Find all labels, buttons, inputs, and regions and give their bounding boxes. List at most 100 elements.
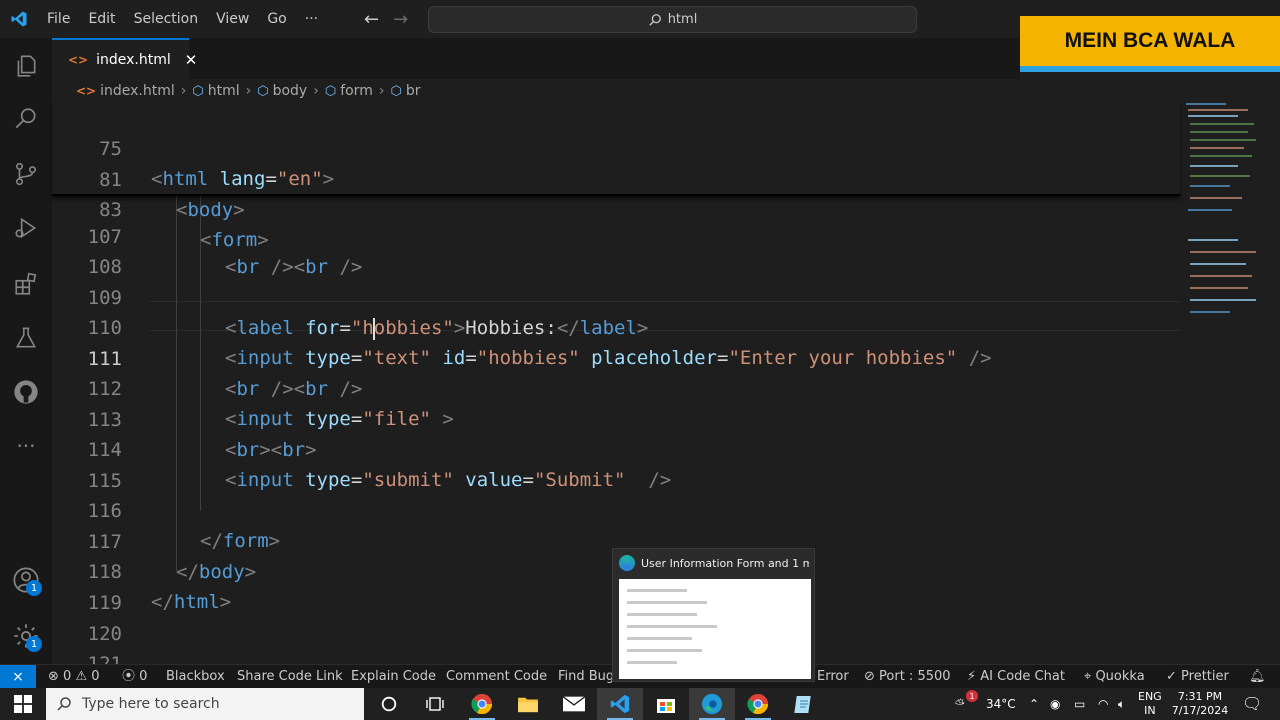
menu-view[interactable]: View [207, 0, 258, 38]
weather-badge: 1 [966, 690, 978, 702]
task-view-icon[interactable] [412, 688, 458, 720]
minimap[interactable] [1180, 79, 1280, 664]
clock[interactable]: 7:31 PM 7/17/2024 [1170, 690, 1230, 718]
menu-go[interactable]: Go [258, 0, 295, 38]
volume-icon[interactable]: 🔈︎ [1118, 688, 1125, 720]
edge-icon[interactable] [689, 688, 735, 720]
windows-start-icon[interactable] [0, 688, 46, 720]
status-error[interactable]: Error [817, 665, 849, 688]
menu-selection[interactable]: Selection [125, 0, 208, 38]
back-arrow-icon[interactable]: ← [364, 9, 379, 30]
code-line-114[interactable]: 114 <input type="submit" value="Submit" … [52, 405, 1180, 491]
breadcrumb-html[interactable]: ⬡ html [192, 83, 239, 99]
chrome-icon[interactable] [459, 688, 505, 720]
forward-arrow-icon[interactable]: → [393, 9, 408, 30]
display-icon[interactable]: ▭ [1074, 688, 1085, 720]
wifi-icon[interactable]: ◠ [1098, 688, 1108, 720]
element-cube-icon: ⬡ [257, 83, 269, 99]
breadcrumb-body-label: body [272, 83, 308, 99]
source-control-icon[interactable] [0, 150, 52, 198]
store-icon[interactable] [643, 688, 689, 720]
vscode-logo-icon [0, 0, 38, 38]
account-icon[interactable]: 1 [0, 556, 52, 604]
minimap-line [1190, 263, 1246, 265]
breadcrumb-file-label: index.html [100, 83, 175, 99]
command-center-search[interactable]: html [428, 6, 917, 33]
code-line-109[interactable]: 109 <label for="hobbies">Hobbies:</label… [52, 253, 1180, 339]
status-quokka[interactable]: ⌖ Quokka [1084, 665, 1145, 688]
chrome-tray-icon[interactable]: ◉ [1050, 688, 1060, 720]
thumb-line [627, 649, 702, 652]
edge-icon [619, 555, 635, 571]
cortana-icon[interactable] [366, 688, 412, 720]
code-line-115[interactable]: 115 [52, 436, 1180, 492]
manage-gear-icon[interactable]: 1 [0, 612, 52, 660]
status-share-code-link[interactable]: Share Code Link [237, 665, 343, 688]
tab-index-html[interactable]: <> index.html ✕ [52, 38, 197, 79]
search-text: html [667, 12, 698, 27]
breadcrumb: <> index.html › ⬡ html › ⬡ body › ⬡ form › ⬡… [52, 79, 1180, 103]
sticky-line[interactable]: 81 <body> [52, 135, 1180, 221]
minimap-line [1190, 185, 1230, 187]
ports-indicator[interactable]: ⦿ 0 [122, 665, 147, 688]
text-cursor [373, 318, 375, 340]
search-activity-icon[interactable] [0, 95, 52, 143]
breadcrumb-form-label: form [340, 83, 373, 99]
code-line-116[interactable]: 116 </form> [52, 466, 1180, 552]
taskbar-search-box[interactable]: Type here to search [46, 688, 364, 720]
html-file-icon: <> [68, 52, 89, 67]
minimap-line [1190, 155, 1252, 157]
action-center-icon[interactable]: 🗨︎ [1242, 688, 1262, 720]
problems-indicator[interactable]: ⊗ 0 ⚠ 0 [48, 665, 100, 688]
vscode-taskbar-icon[interactable] [597, 688, 643, 720]
search-icon [57, 697, 71, 711]
minimap-line [1188, 209, 1232, 211]
sticky-line[interactable]: 75 <html lang="en"> [52, 104, 1180, 190]
tab-bar: <> index.html ✕ [52, 38, 1020, 79]
notifications-bell-icon[interactable]: 🔔︎ [1249, 665, 1266, 688]
chrome-secondary-icon[interactable] [735, 688, 781, 720]
remote-indicator-icon[interactable]: ⨯ [0, 665, 36, 689]
minimap-line [1188, 115, 1238, 117]
weather-icon[interactable]: ⛅︎ [955, 688, 965, 720]
status-comment-code[interactable]: Comment Code [446, 665, 547, 688]
thumb-line [627, 661, 677, 664]
breadcrumb-body[interactable]: ⬡ body [257, 83, 307, 99]
status-explain-code[interactable]: Explain Code [351, 665, 436, 688]
status-port[interactable]: ⊘ Port : 5500 [864, 665, 951, 688]
thumb-line [627, 637, 692, 640]
sticky-line[interactable]: 83 <form> [52, 165, 1180, 251]
extensions-icon[interactable] [0, 260, 52, 308]
temperature[interactable]: 34°C [986, 688, 1016, 720]
code-line-113[interactable]: 113 <br><br> [52, 375, 1180, 461]
menu-edit[interactable]: Edit [79, 0, 124, 38]
breadcrumb-br[interactable]: ⬡ br [390, 83, 420, 99]
clock-time: 7:31 PM [1177, 690, 1223, 703]
menu-more[interactable]: ··· [296, 0, 327, 38]
code-line-117[interactable]: 117 </body> [52, 497, 1180, 583]
more-icon[interactable]: ··· [0, 422, 52, 470]
browser-preview-popup[interactable]: User Information Form and 1 m... [612, 548, 815, 682]
language-indicator[interactable]: ENG IN [1138, 690, 1162, 718]
run-debug-icon[interactable] [0, 204, 52, 252]
mail-icon[interactable] [551, 688, 597, 720]
watermark-banner: MEIN BCA WALA [1020, 16, 1280, 72]
tab-close-icon[interactable]: ✕ [185, 51, 198, 69]
chevron-up-icon[interactable]: ⌃ [1029, 688, 1039, 720]
explorer-icon[interactable] [0, 42, 52, 90]
menu-file[interactable]: File [38, 0, 79, 38]
github-icon[interactable] [0, 368, 52, 416]
notepad-icon[interactable] [781, 688, 827, 720]
code-line-110[interactable]: 110 <input type="text" id="hobbies" plac… [52, 283, 1180, 369]
html-file-icon: <> [76, 84, 97, 98]
status-ai-code-chat[interactable]: ⚡ AI Code Chat [967, 665, 1065, 688]
status-prettier[interactable]: ✓ Prettier [1166, 665, 1229, 688]
status-blackbox[interactable]: Blackbox [166, 665, 225, 688]
minimap-line [1190, 123, 1254, 125]
breadcrumb-file[interactable]: <> index.html [76, 83, 175, 99]
code-line-111[interactable]: 111 <br /><br /> [52, 314, 1180, 400]
file-explorer-icon[interactable] [505, 688, 551, 720]
breadcrumb-form[interactable]: ⬡ form [325, 83, 373, 99]
code-line-112[interactable]: 112 <input type="file" > [52, 344, 1180, 430]
testing-flask-icon[interactable] [0, 314, 52, 362]
